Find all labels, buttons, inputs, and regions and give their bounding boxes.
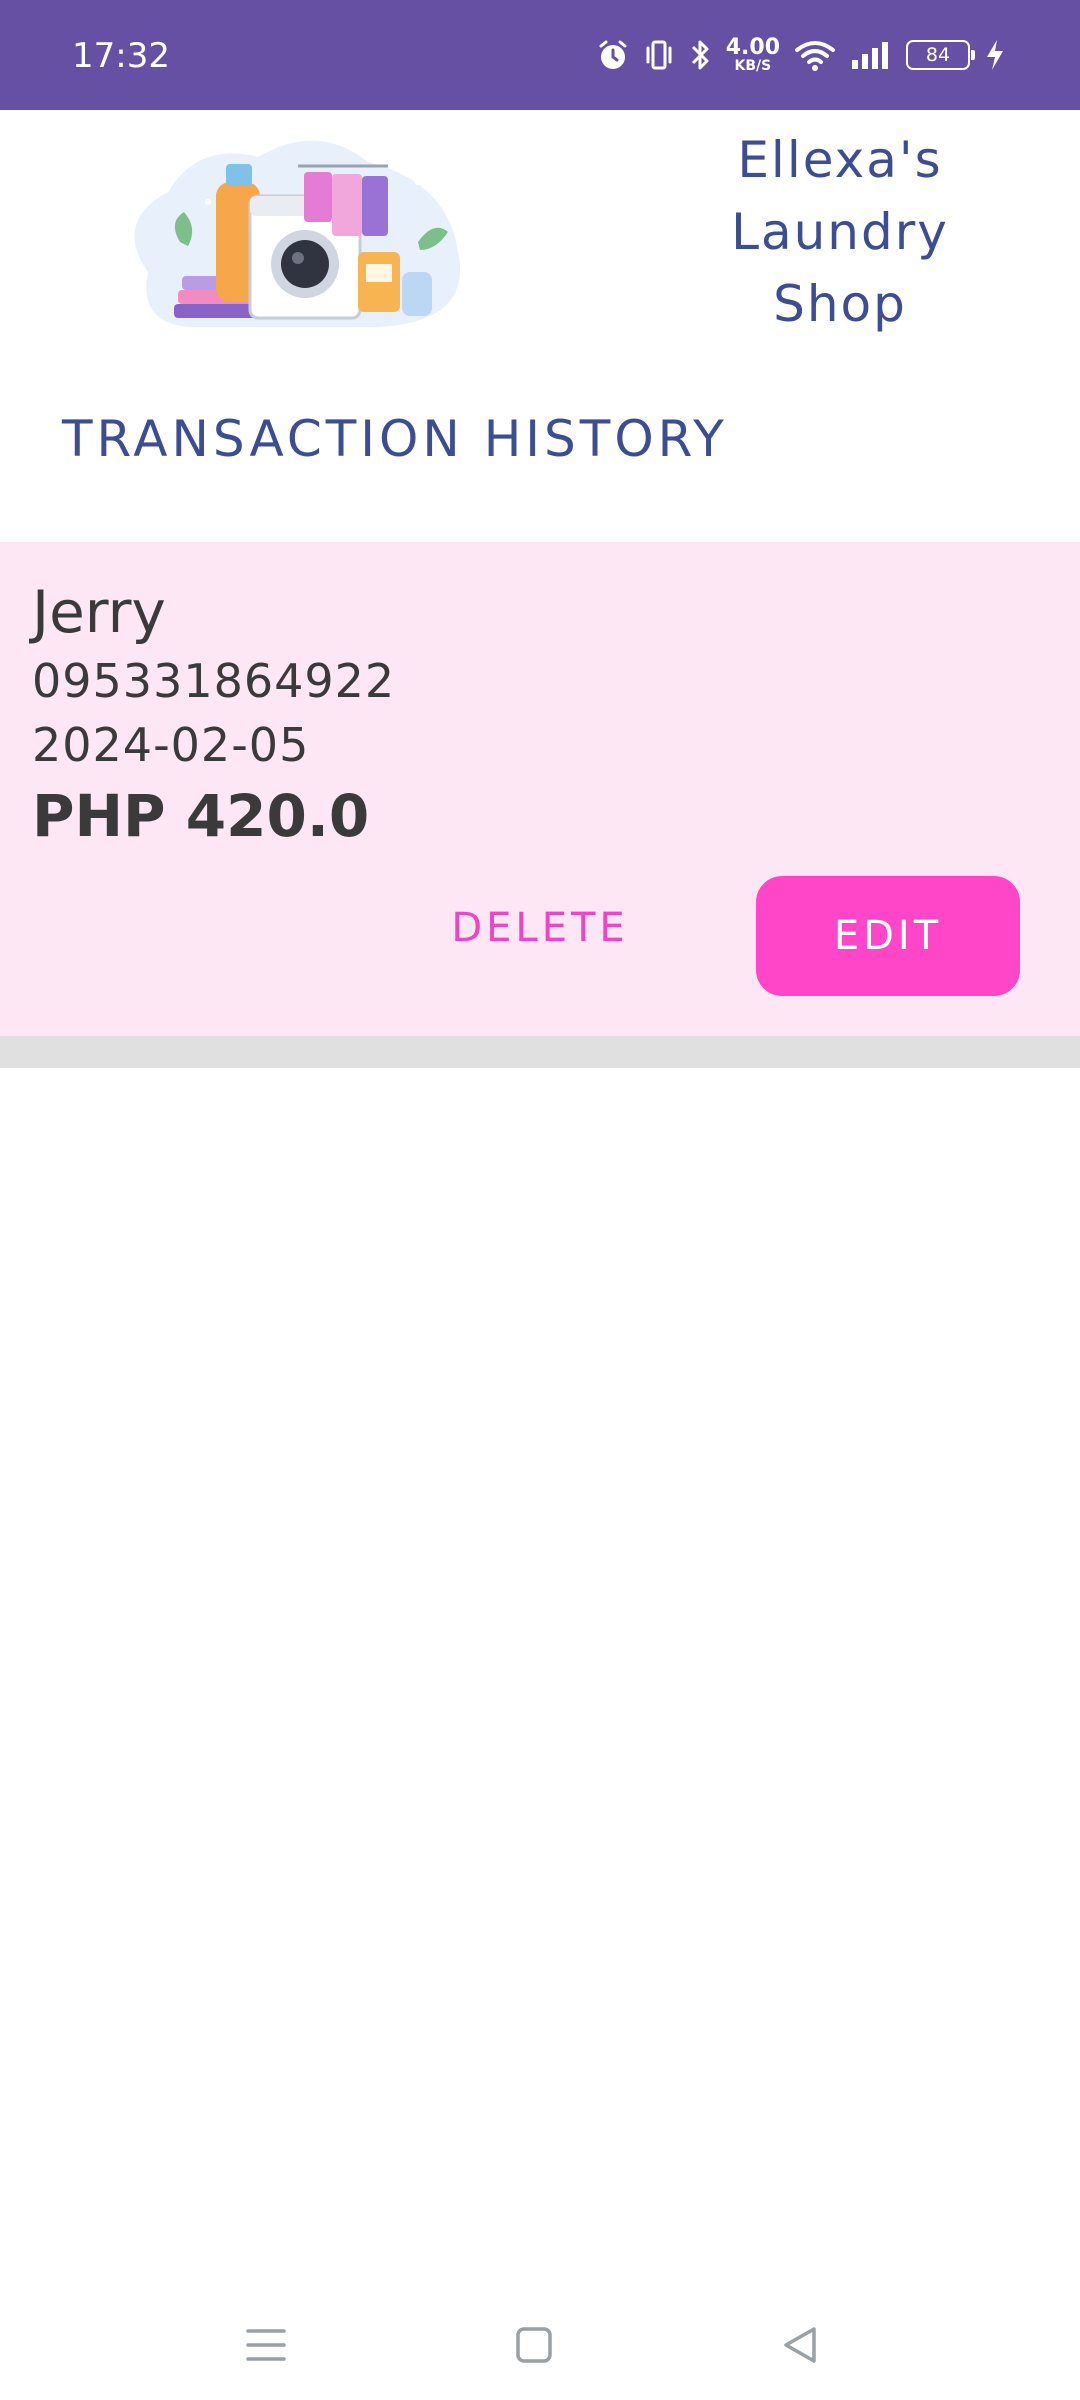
customer-phone: 095331864922 (32, 654, 396, 708)
shop-name: Ellexa's Laundry Shop (700, 124, 980, 340)
network-speed: 4.00 KB/S (725, 35, 780, 74)
delete-button[interactable]: DELETE (420, 878, 660, 978)
transaction-amount: PHP 420.0 (32, 782, 370, 850)
battery-level: 84 (925, 44, 951, 66)
battery-icon: 84 (906, 40, 975, 70)
vibrate-icon (644, 38, 674, 72)
shop-name-line-2: Laundry (731, 203, 949, 261)
header: Ellexa's Laundry Shop (0, 110, 1080, 370)
charging-icon (984, 38, 1006, 72)
home-icon[interactable] (494, 2310, 574, 2380)
status-time: 17:32 (72, 36, 170, 76)
network-speed-value: 4.00 (725, 35, 780, 60)
alarm-icon (596, 38, 630, 72)
transaction-date: 2024-02-05 (32, 718, 310, 772)
page-title: TRANSACTION HISTORY (62, 410, 728, 468)
back-icon[interactable] (760, 2310, 840, 2380)
shop-name-line-3: Shop (773, 275, 907, 333)
network-speed-unit: KB/S (734, 58, 772, 74)
signal-icon (850, 40, 892, 70)
laundry-logo-icon (118, 122, 478, 344)
menu-icon[interactable] (226, 2310, 306, 2380)
edit-button[interactable]: EDIT (756, 876, 1020, 996)
list-divider (0, 1036, 1080, 1068)
bluetooth-icon (688, 37, 712, 73)
status-bar: 17:32 4.00 KB/S 84 (0, 0, 1080, 110)
transaction-card[interactable]: Jerry 095331864922 2024-02-05 PHP 420.0 … (0, 542, 1080, 1036)
customer-name: Jerry (32, 578, 166, 646)
status-icons: 4.00 KB/S 84 (596, 30, 1006, 80)
system-nav-bar (0, 2280, 1080, 2400)
wifi-icon (794, 38, 836, 72)
shop-name-line-1: Ellexa's (737, 131, 943, 189)
